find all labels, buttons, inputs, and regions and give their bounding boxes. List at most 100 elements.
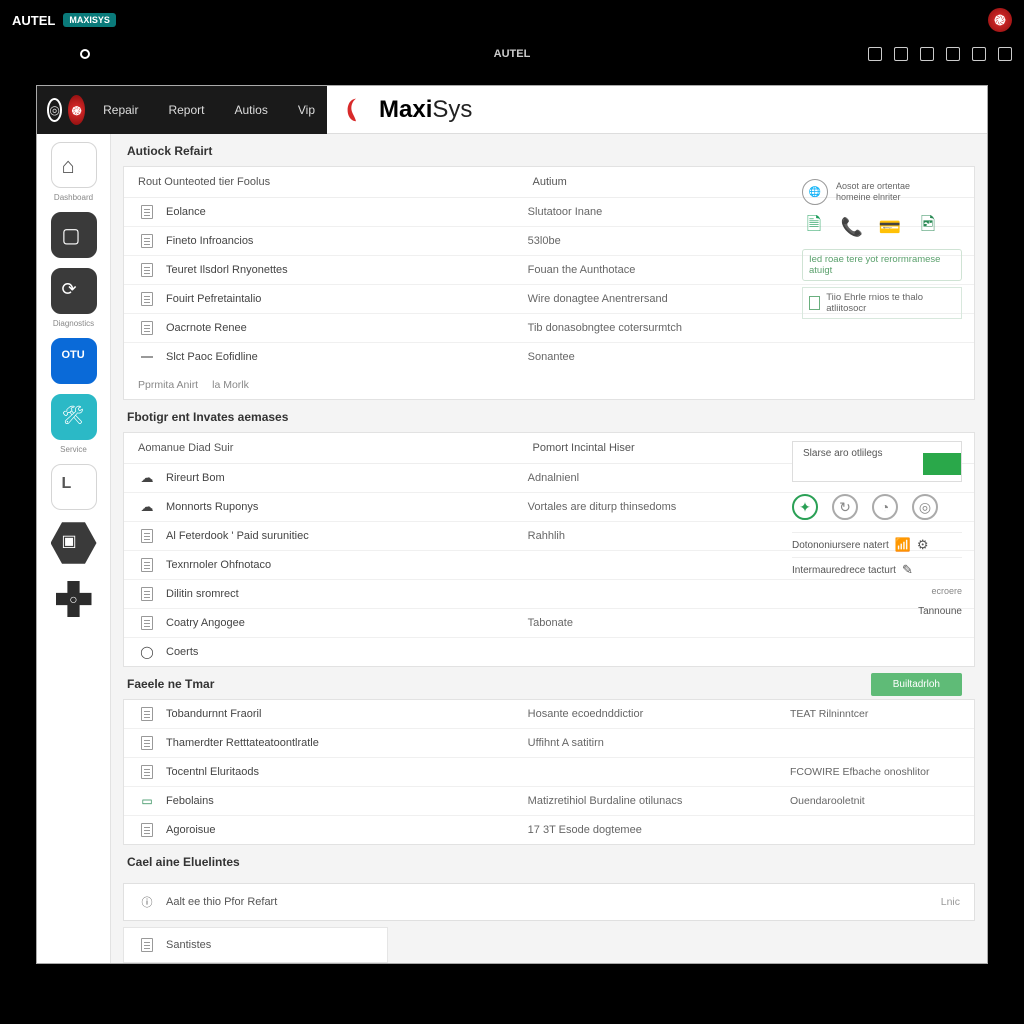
card-icon[interactable]: 💳 bbox=[878, 215, 902, 239]
os-center-label: AUTEL bbox=[494, 48, 531, 60]
brand-text: MaxiSys bbox=[379, 96, 472, 124]
row-label: Rireurt Bom bbox=[166, 472, 528, 484]
doc-icon bbox=[138, 292, 156, 306]
row-label: Eolance bbox=[166, 206, 528, 218]
status-icon-globe[interactable] bbox=[998, 47, 1012, 61]
card-icon: ▭ bbox=[138, 794, 156, 808]
table-row[interactable]: Tobandurnnt FraorilHosante ecoednddictio… bbox=[124, 700, 974, 729]
doc-icon bbox=[138, 938, 156, 952]
refresh-icon[interactable]: ↻ bbox=[832, 494, 858, 520]
status-icon-window[interactable] bbox=[894, 47, 908, 61]
sidebar-obd[interactable]: OTU bbox=[51, 338, 97, 384]
globe-icon: 🌐 bbox=[802, 179, 828, 205]
os-topbar: AUTEL MAXISYS ֎ bbox=[0, 0, 1024, 40]
doc-icon bbox=[138, 321, 156, 335]
cloud-icon: ☁ bbox=[138, 471, 156, 485]
brand-mark-icon bbox=[341, 95, 371, 125]
row-right: TEAT Rilninntcer bbox=[790, 708, 960, 720]
device-icon[interactable]: 🖻 bbox=[916, 215, 940, 239]
s4-main-row[interactable]: ⓘ Aalt ee thio Pfor Refart Lnic bbox=[124, 884, 974, 920]
sidebar-dashboard-caption: Dashboard bbox=[44, 194, 104, 202]
sidebar-shield[interactable]: ▣ bbox=[51, 520, 97, 566]
menu-autios[interactable]: Autios bbox=[223, 103, 280, 117]
doc-icon bbox=[138, 263, 156, 277]
s2-aside: Slarse aro otlilegs ✦ ↻ ◔ ◎ Dotononiurse… bbox=[792, 441, 962, 623]
sidebar-dashboard[interactable]: ⌂ bbox=[51, 142, 97, 188]
doc-icon bbox=[138, 558, 156, 572]
s1-aside-info: Aosot are ortentae homeine elnriter bbox=[836, 181, 910, 203]
circle-icon: ◯ bbox=[138, 645, 156, 659]
section3-button[interactable]: Builtadrloh bbox=[871, 673, 962, 696]
doc-icon[interactable]: 🗎 bbox=[802, 215, 826, 239]
row-label: Coerts bbox=[166, 646, 528, 658]
menu-repair[interactable]: Repair bbox=[91, 103, 150, 117]
phone-icon[interactable]: 📞 bbox=[840, 215, 864, 239]
doc-icon bbox=[138, 823, 156, 837]
s1-aside-link2[interactable]: Tiio Ehrle rnios te thalo atliitosocr bbox=[802, 287, 962, 319]
sidebar-diagnostics[interactable]: ⟳ bbox=[51, 268, 97, 314]
doc-icon bbox=[138, 587, 156, 601]
row-right: Ouendarooletnit bbox=[790, 795, 960, 807]
menu-report[interactable]: Report bbox=[156, 103, 216, 117]
doc-icon bbox=[138, 234, 156, 248]
row-label: Coatry Angogee bbox=[166, 617, 528, 629]
s1-footer-0[interactable]: Pprmita Anirt bbox=[138, 379, 198, 391]
section4-title: Cael aine Eluelintes bbox=[111, 845, 987, 877]
target-icon[interactable]: ◎ bbox=[912, 494, 938, 520]
status-icons bbox=[868, 47, 1012, 61]
row-label: Fouirt Pefretaintalio bbox=[166, 293, 528, 305]
doc-icon bbox=[138, 616, 156, 630]
row-value: Tib donasobngtee cotersurmtch bbox=[528, 322, 960, 334]
menu-vip[interactable]: Vip bbox=[286, 103, 327, 117]
s1-footer-1[interactable]: la Morlk bbox=[212, 379, 249, 391]
row-label: Tocentnl Eluritaods bbox=[166, 766, 528, 778]
os-statusbar: AUTEL bbox=[0, 40, 1024, 68]
section2-card: Aomanue Diad Suir Pomort Incintal Hiser … bbox=[123, 432, 975, 667]
s2-band: Slarse aro otlilegs bbox=[792, 441, 962, 482]
clock-icon[interactable]: ◔ bbox=[872, 494, 898, 520]
status-icon-target[interactable] bbox=[920, 47, 934, 61]
doc-icon bbox=[138, 765, 156, 779]
table-row[interactable]: Thamerdter RetttateatoontlratleUffihnt A… bbox=[124, 729, 974, 758]
status-icon-doc[interactable] bbox=[972, 47, 986, 61]
row-label: Febolains bbox=[166, 795, 528, 807]
status-icon-tool[interactable] bbox=[946, 47, 960, 61]
green-bar-icon bbox=[923, 453, 961, 475]
table-row[interactable]: Slct Paoc EofidlineSonantee bbox=[124, 343, 974, 371]
s1-footer: Pprmita Anirt la Morlk bbox=[124, 371, 974, 399]
section1-card: Rout Ounteoted tier Foolus Autium Eolanc… bbox=[123, 166, 975, 400]
doc-icon bbox=[138, 707, 156, 721]
s2-tag[interactable]: Tannoune bbox=[792, 600, 962, 623]
s1-aside: 🌐 Aosot are ortentae homeine elnriter 🗎 … bbox=[802, 179, 962, 319]
menu-icon[interactable] bbox=[47, 98, 62, 122]
doc-icon bbox=[138, 529, 156, 543]
sidebar-files[interactable]: L bbox=[51, 464, 97, 510]
table-row[interactable]: Agoroisue17 3T Esode dogtemee bbox=[124, 816, 974, 844]
app-window: ֎ Repair Report Autios Vip MaxiSys ⌂ Das… bbox=[36, 85, 988, 964]
s2-head-left: Aomanue Diad Suir bbox=[138, 442, 533, 454]
s1-head-left: Rout Ounteoted tier Foolus bbox=[138, 176, 533, 188]
row-value: Matizretihiol Burdaline otilunacs bbox=[528, 795, 790, 807]
table-row[interactable]: ▭ FebolainsMatizretihiol Burdaline otilun… bbox=[124, 787, 974, 816]
s2-line2[interactable]: Intermauredrece tacturt✎ bbox=[792, 557, 962, 582]
leaf-icon[interactable]: ✦ bbox=[792, 494, 818, 520]
content: Autiock Refairt Rout Ounteoted tier Fool… bbox=[111, 134, 987, 963]
s2-line1: Dotononiursere natert📶⚙ bbox=[792, 532, 962, 557]
section4-sublist: Santistes ▭ Fiflinor Lisef Ropro bbox=[123, 927, 388, 963]
section2-title: Fbotigr ent Invates aemases bbox=[111, 400, 987, 432]
brandbar: MaxiSys bbox=[327, 86, 987, 134]
os-badge: MAXISYS bbox=[63, 13, 116, 27]
doc-icon bbox=[138, 205, 156, 219]
sidebar-tools[interactable]: ○ bbox=[51, 576, 97, 622]
table-row[interactable]: Tocentnl Eluritaods FCOWIRE Efbache onosh… bbox=[124, 758, 974, 787]
section1-title: Autiock Refairt bbox=[111, 134, 987, 166]
sidebar-service[interactable]: 🛠 bbox=[51, 394, 97, 440]
sidebar-scan[interactable]: ▢ bbox=[51, 212, 97, 258]
table-row[interactable]: ◯ Coerts bbox=[124, 638, 974, 666]
row-right: FCOWIRE Efbache onoshlitor bbox=[790, 766, 960, 778]
s4-sub-0[interactable]: Santistes bbox=[123, 927, 388, 963]
status-icon-grid[interactable] bbox=[868, 47, 882, 61]
home-icon[interactable] bbox=[80, 49, 90, 59]
s1-aside-link1[interactable]: Ied roae tere yot rerormramese atuigt bbox=[802, 249, 962, 281]
edit-icon: ✎ bbox=[902, 562, 913, 578]
